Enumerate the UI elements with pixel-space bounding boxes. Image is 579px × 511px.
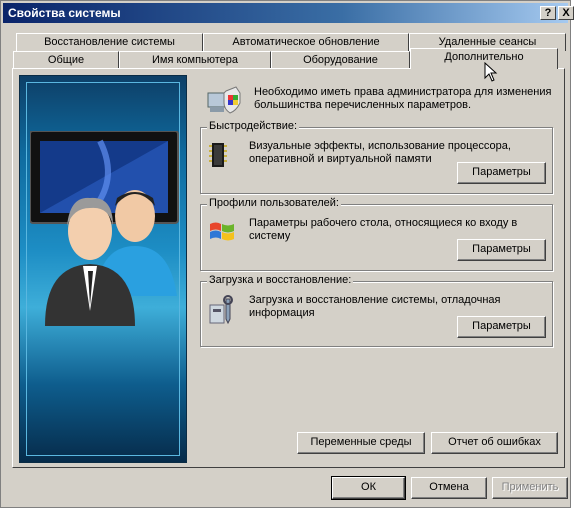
title-bar[interactable]: Свойства системы ? X (3, 3, 574, 23)
tab-hardware[interactable]: Оборудование (271, 51, 410, 69)
tab-automatic-updates[interactable]: Автоматическое обновление (203, 33, 409, 51)
users-icon (45, 190, 177, 326)
user-profiles-label: Профили пользователей: (207, 197, 341, 209)
ok-button[interactable]: ОК (331, 476, 406, 500)
side-banner-image (19, 75, 187, 463)
performance-settings-button[interactable]: Параметры (457, 162, 546, 184)
apply-button[interactable]: Применить (492, 477, 568, 499)
apply-button-label: Применить (501, 481, 559, 493)
performance-label: Быстродействие: (207, 120, 300, 132)
window-title: Свойства системы (8, 6, 121, 20)
close-button[interactable]: X (558, 6, 574, 20)
mouse-cursor-icon (484, 62, 498, 82)
error-reporting-button[interactable]: Отчет об ошибках (431, 432, 558, 454)
tab-general[interactable]: Общие (13, 51, 119, 69)
tab-computer-name[interactable]: Имя компьютера (119, 51, 271, 69)
admin-rights-notice: Необходимо иметь права администратора дл… (254, 86, 552, 111)
startup-recovery-settings-button[interactable]: Параметры (457, 316, 546, 338)
windows-logo-icon (210, 222, 234, 241)
tab-system-restore[interactable]: Восстановление системы (16, 33, 203, 51)
tools-icon (209, 295, 233, 325)
desktop-background (571, 0, 579, 511)
help-button[interactable]: ? (540, 6, 556, 20)
memory-chip-icon (209, 143, 227, 167)
environment-variables-button[interactable]: Переменные среды (297, 432, 425, 454)
admin-shield-icon (207, 86, 241, 114)
cancel-button[interactable]: Отмена (411, 477, 487, 499)
user-profiles-settings-button[interactable]: Параметры (457, 239, 546, 261)
startup-recovery-label: Загрузка и восстановление: (207, 274, 354, 286)
